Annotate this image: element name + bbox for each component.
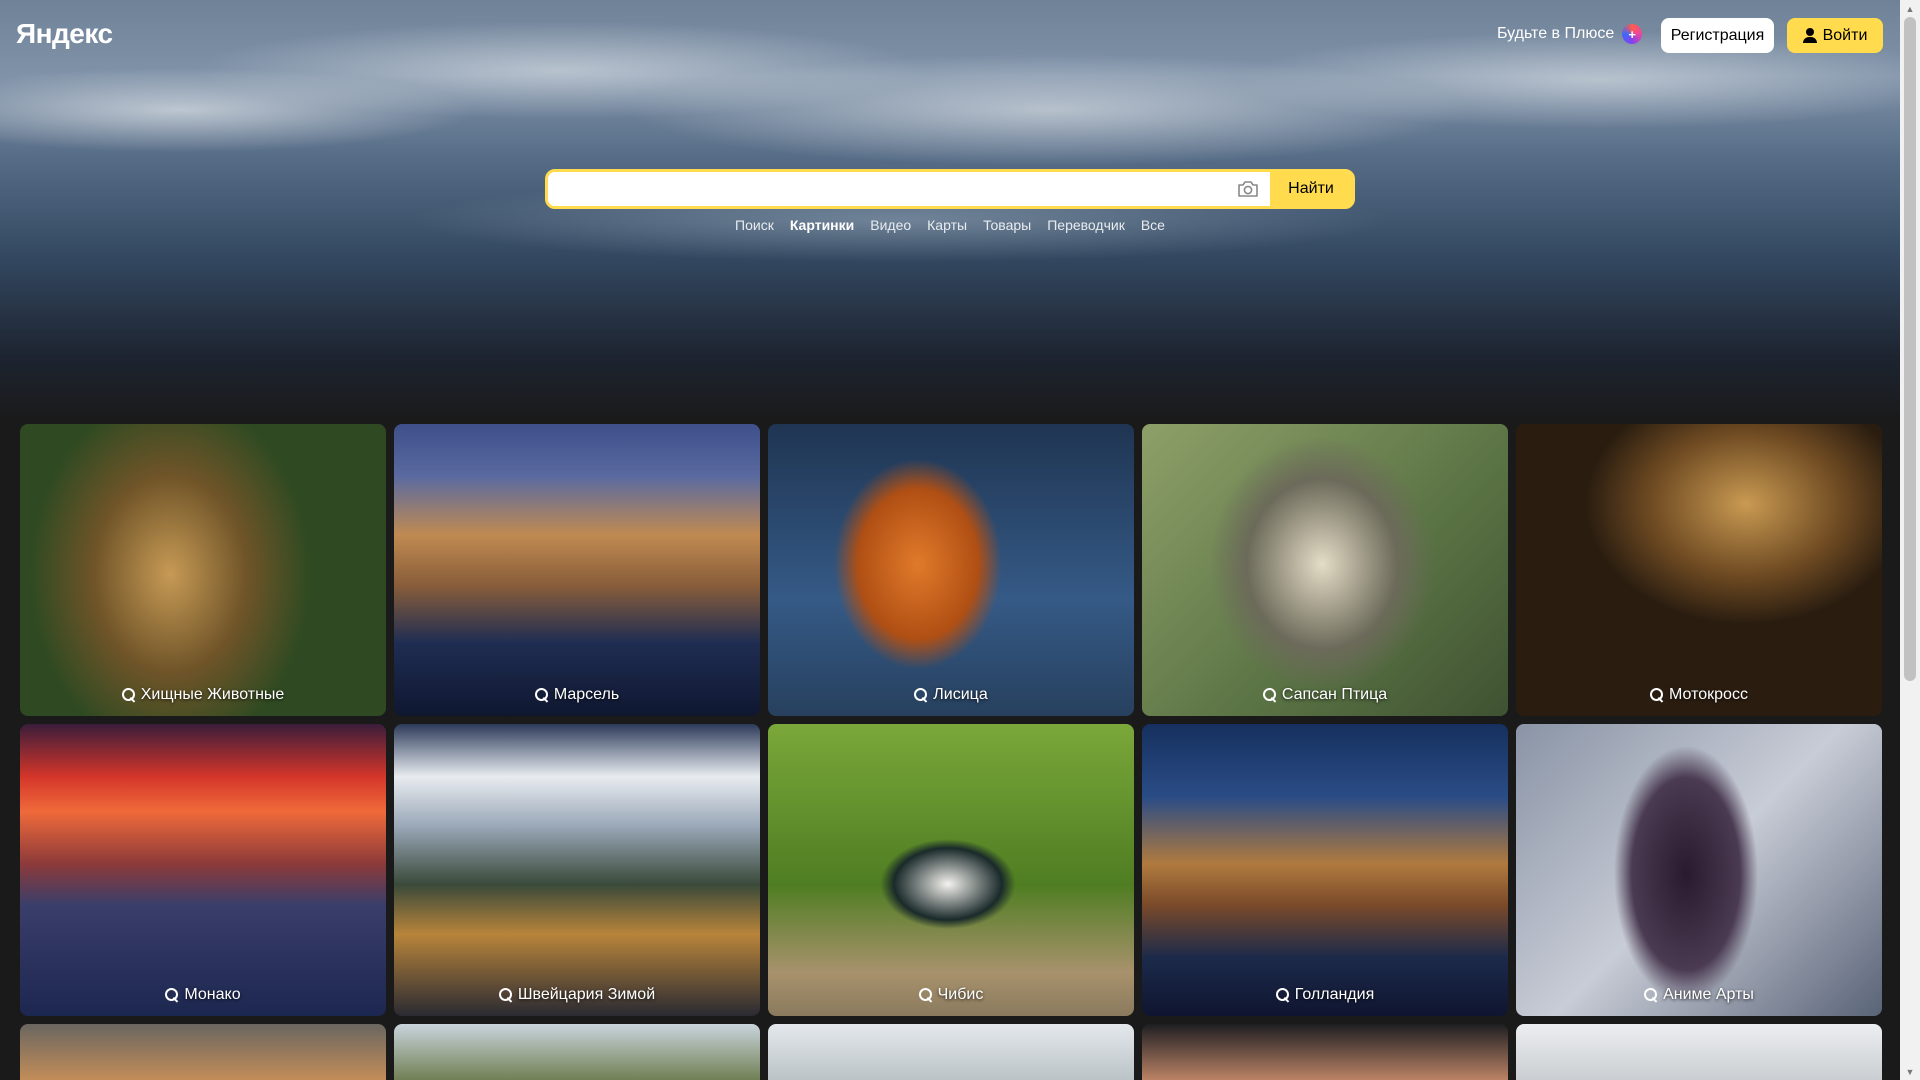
tile-caption-label: Монако [184, 986, 241, 1003]
search-button[interactable]: Найти [1270, 172, 1352, 206]
search-input[interactable] [548, 172, 1226, 206]
image-tile[interactable]: Аниме Арты [1516, 724, 1882, 1016]
tile-caption: Марсель [394, 686, 760, 704]
camera-icon[interactable] [1226, 172, 1270, 206]
user-icon [1802, 28, 1817, 43]
tile-caption-label: Аниме Арты [1663, 986, 1754, 1003]
vertical-scrollbar[interactable]: ▲ ▼ [1900, 0, 1920, 1080]
image-tile[interactable]: Монако [20, 724, 386, 1016]
magnifier-icon [914, 688, 928, 702]
tab-translator[interactable]: Переводчик [1047, 217, 1125, 233]
tile-caption: Лисица [768, 686, 1134, 704]
tile-caption-label: Сапсан Птица [1281, 686, 1388, 703]
image-grid-partial-row [20, 1024, 1882, 1080]
image-tile[interactable]: Голландия [1142, 724, 1508, 1016]
tile-caption: Чибис [768, 986, 1134, 1004]
plus-icon: + [1622, 24, 1643, 44]
tile-caption: Монако [20, 986, 386, 1004]
image-tile[interactable]: Чибис [768, 724, 1134, 1016]
tile-caption: Аниме Арты [1516, 986, 1882, 1004]
image-tile[interactable]: Марсель [394, 424, 760, 716]
image-tile[interactable] [20, 1024, 386, 1080]
service-tabs: Поиск Картинки Видео Карты Товары Перево… [0, 217, 1900, 233]
tile-caption-label: Хищные Животные [140, 686, 285, 703]
tab-all[interactable]: Все [1141, 217, 1165, 233]
scroll-down-arrow-icon[interactable]: ▼ [1900, 1063, 1920, 1080]
image-tile[interactable] [768, 1024, 1134, 1080]
tab-maps[interactable]: Карты [927, 217, 967, 233]
tile-caption-label: Швейцария Зимой [517, 986, 656, 1003]
search-box: Найти [545, 169, 1355, 209]
image-tile[interactable]: Швейцария Зимой [394, 724, 760, 1016]
image-tile[interactable]: Лисица [768, 424, 1134, 716]
image-tile[interactable] [1142, 1024, 1508, 1080]
register-button[interactable]: Регистрация [1661, 18, 1774, 53]
tile-caption: Мотокросс [1516, 686, 1882, 704]
tab-products[interactable]: Товары [983, 217, 1031, 233]
image-tile[interactable]: Сапсан Птица [1142, 424, 1508, 716]
tile-caption-label: Чибис [937, 986, 984, 1003]
login-label: Войти [1822, 26, 1868, 44]
tile-caption-label: Голландия [1294, 986, 1375, 1003]
magnifier-icon [1262, 688, 1277, 702]
tab-images[interactable]: Картинки [790, 217, 854, 233]
magnifier-icon [1275, 988, 1290, 1002]
magnifier-icon [121, 688, 136, 702]
scroll-up-arrow-icon[interactable]: ▲ [1900, 0, 1920, 17]
plus-promo-link[interactable]: Будьте в Плюсе + [1497, 24, 1643, 44]
login-button[interactable]: Войти [1787, 18, 1883, 53]
plus-promo-label: Будьте в Плюсе [1497, 25, 1615, 42]
magnifier-icon [1644, 988, 1658, 1002]
tile-caption: Голландия [1142, 986, 1508, 1004]
tile-caption: Сапсан Птица [1142, 686, 1508, 704]
tile-caption-label: Марсель [553, 686, 620, 703]
tile-caption-label: Мотокросс [1669, 686, 1748, 703]
image-grid: Хищные Животные Марсель Лисица Сапсан Пт… [20, 424, 1882, 1016]
tile-caption-label: Лисица [933, 686, 988, 703]
tab-search[interactable]: Поиск [735, 217, 774, 233]
tile-caption: Хищные Животные [20, 686, 386, 704]
hero-background [0, 0, 1900, 420]
magnifier-icon [918, 988, 933, 1002]
scrollbar-thumb[interactable] [1904, 17, 1916, 681]
magnifier-icon [1650, 688, 1664, 702]
magnifier-icon [498, 988, 513, 1002]
tab-video[interactable]: Видео [870, 217, 911, 233]
magnifier-icon [534, 688, 549, 702]
yandex-logo[interactable]: Яндекс [16, 18, 113, 50]
image-tile[interactable] [1516, 1024, 1882, 1080]
image-tile[interactable] [394, 1024, 760, 1080]
tile-caption: Швейцария Зимой [394, 986, 760, 1004]
image-tile[interactable]: Мотокросс [1516, 424, 1882, 716]
image-tile[interactable]: Хищные Животные [20, 424, 386, 716]
page: Яндекс Будьте в Плюсе + Регистрация Войт… [0, 0, 1920, 1080]
magnifier-icon [165, 988, 179, 1002]
